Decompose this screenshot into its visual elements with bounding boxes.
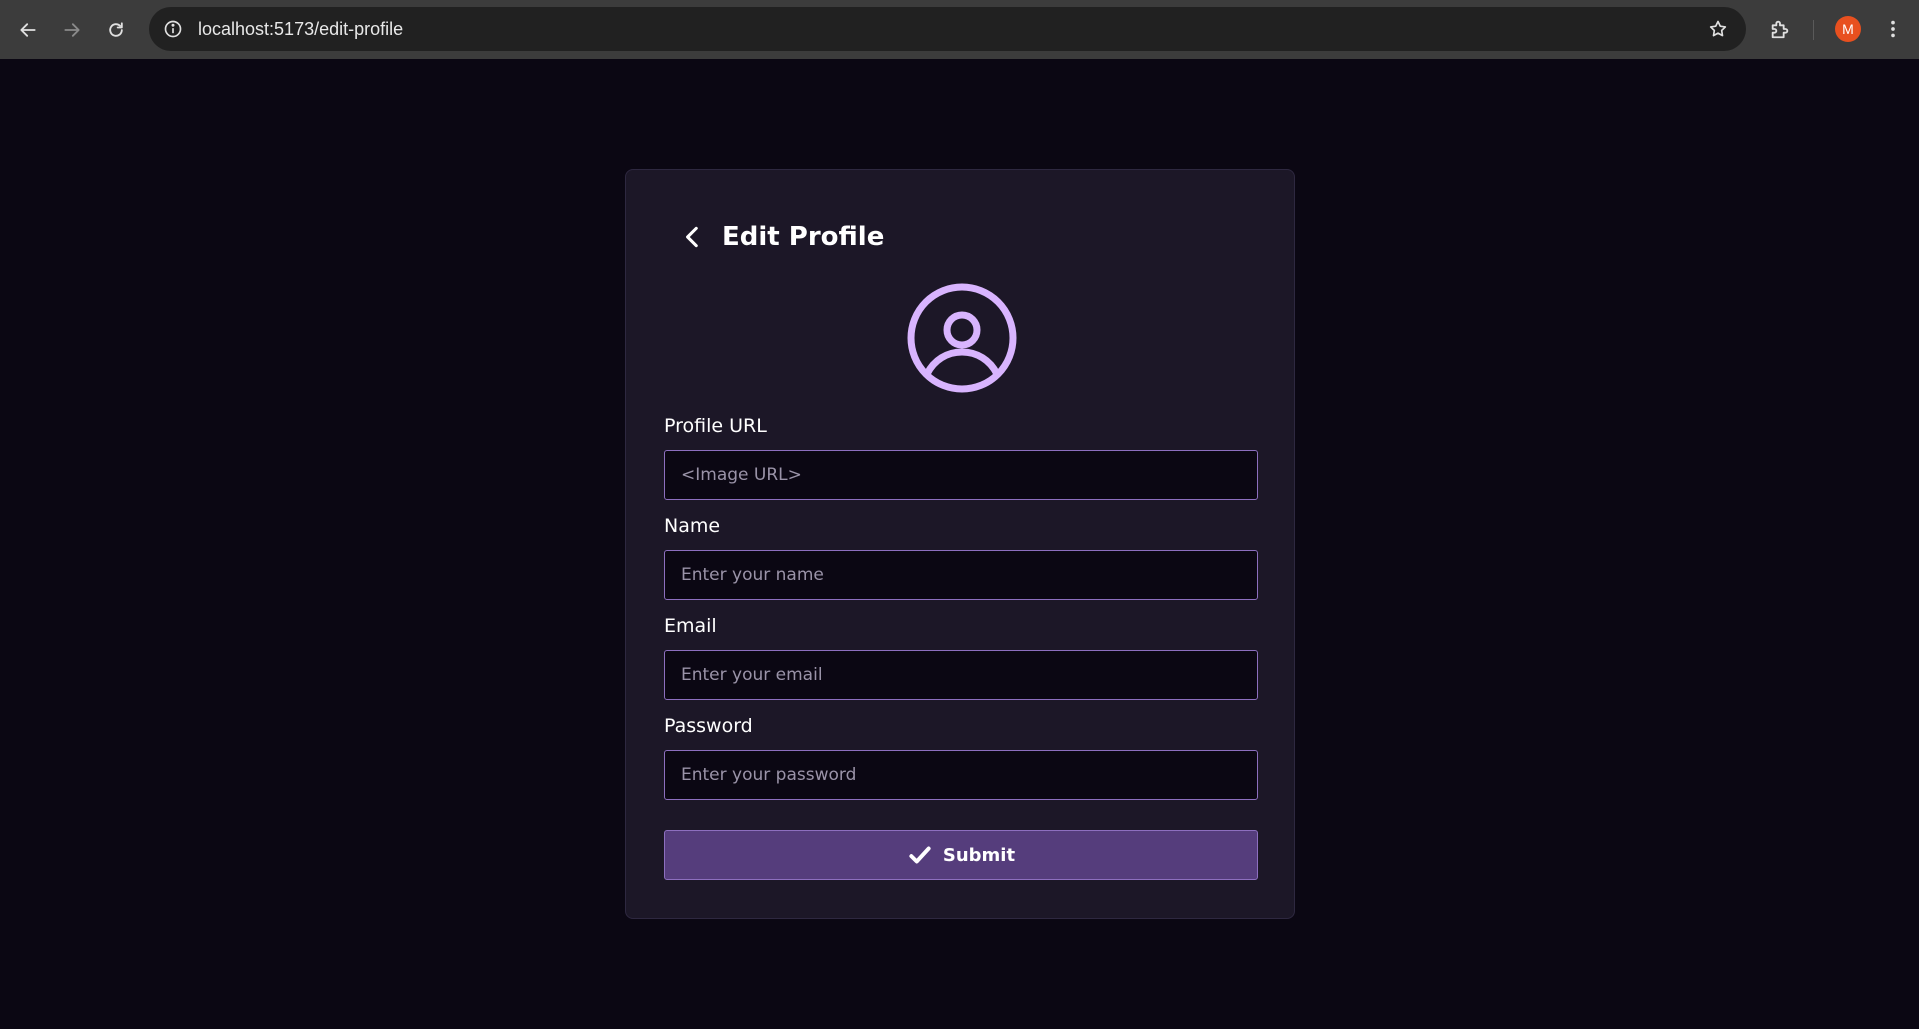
user-circle-icon (906, 282, 1018, 394)
profile-url-label: Profile URL (664, 415, 767, 437)
profile-url-input[interactable] (664, 450, 1258, 500)
name-label: Name (664, 515, 721, 537)
bookmark-star-icon[interactable] (1706, 17, 1730, 41)
password-input[interactable] (664, 750, 1258, 800)
password-label: Password (664, 715, 753, 737)
card-header: Edit Profile (680, 222, 884, 252)
submit-label: Submit (942, 844, 1016, 866)
site-info-icon[interactable] (161, 17, 185, 41)
kebab-menu-icon[interactable] (1880, 16, 1906, 42)
reload-icon[interactable] (102, 16, 130, 44)
url-text: localhost:5173/edit-profile (198, 18, 404, 39)
forward-icon[interactable] (58, 16, 86, 44)
chevron-left-icon[interactable] (680, 223, 708, 251)
extensions-icon[interactable] (1767, 16, 1793, 42)
submit-button[interactable]: Submit (664, 830, 1258, 880)
checkmark-icon (907, 842, 933, 868)
name-input[interactable] (664, 550, 1258, 600)
edit-profile-card: Edit Profile Profile URL Name Email Pass… (625, 169, 1295, 919)
email-label: Email (664, 615, 717, 637)
profile-avatar-button[interactable]: M (1835, 16, 1861, 42)
toolbar-divider (1813, 20, 1814, 40)
browser-toolbar: localhost:5173/edit-profile M (0, 0, 1919, 59)
email-input[interactable] (664, 650, 1258, 700)
back-icon[interactable] (14, 16, 42, 44)
page-title: Edit Profile (722, 222, 885, 252)
address-bar[interactable]: localhost:5173/edit-profile (149, 7, 1746, 51)
